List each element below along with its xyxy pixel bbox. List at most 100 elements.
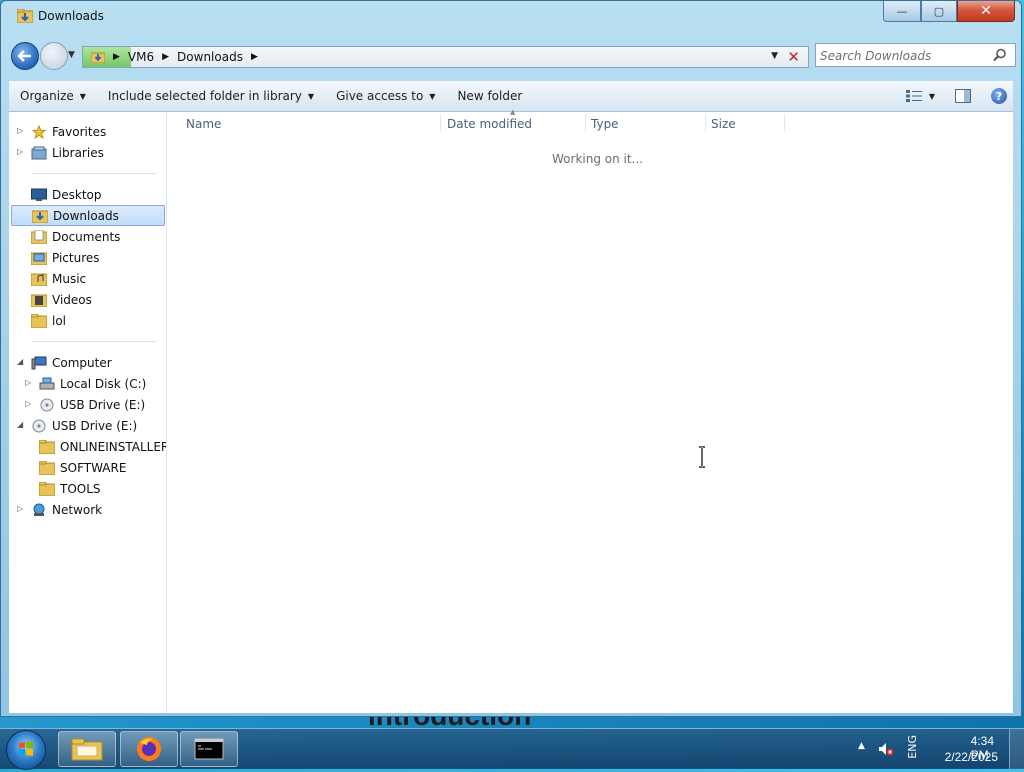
libraries-icon [31, 146, 47, 159]
stop-icon[interactable]: ✕ [787, 48, 800, 66]
forward-button[interactable] [40, 42, 68, 70]
search-icon[interactable] [993, 48, 1007, 62]
nav-label-computer: Computer [52, 355, 112, 370]
nav-label-network: Network [52, 502, 103, 517]
forward-arrow-icon [41, 43, 67, 69]
minimize-icon: — [896, 4, 908, 18]
start-button[interactable] [6, 730, 46, 770]
taskbar: ▲ ENG 4:34 PM 2/22/2025 [0, 728, 1024, 770]
back-button[interactable] [11, 42, 39, 70]
preview-pane-icon[interactable] [955, 89, 971, 103]
navigation-pane[interactable]: ▷ Favorites ▷ Libraries Desktop Download… [9, 112, 167, 713]
collapse-icon[interactable]: ◢ [17, 420, 23, 429]
network-icon [33, 503, 45, 516]
expand-icon[interactable]: ▷ [17, 147, 23, 156]
nav-item-favorites[interactable]: ▷ Favorites [17, 121, 106, 142]
address-bar[interactable]: ▶ VM6 ▶ Downloads ▶ ▼ ✕ [82, 46, 809, 68]
title-bar[interactable]: Downloads — ▢ ✕ [1, 1, 1021, 33]
chevron-down-icon: ▼ [429, 91, 436, 101]
chevron-down-icon: ▼ [307, 91, 315, 101]
nav-item-onlineinstallers[interactable]: ONLINEINSTALLERS [39, 436, 166, 457]
explorer-window: Downloads — ▢ ✕ ▼ ▶ VM6 ▶ Downloads ▶ ▼ … [0, 0, 1022, 717]
nav-label-desktop: Desktop [52, 187, 102, 202]
breadcrumb-vm6[interactable]: VM6 [128, 50, 154, 64]
clock-date[interactable]: 2/22/2025 [945, 750, 998, 764]
column-header-type[interactable]: Type [591, 112, 705, 136]
view-dropdown-icon[interactable]: ▼ [929, 92, 935, 101]
music-folder-icon [31, 273, 47, 286]
column-label-type: Type [591, 117, 619, 131]
nav-divider [31, 341, 157, 342]
nav-item-network[interactable]: ▷ Network [17, 499, 102, 520]
expand-icon[interactable]: ▷ [17, 126, 23, 135]
column-header-name[interactable]: Name [186, 112, 440, 136]
expand-icon[interactable]: ▷ [25, 378, 31, 387]
nav-item-usb-drive[interactable]: ◢ USB Drive (E:) [17, 415, 137, 436]
folder-icon [39, 439, 55, 454]
nav-item-libraries[interactable]: ▷ Libraries [17, 142, 104, 163]
nav-label-pictures: Pictures [52, 250, 100, 265]
organize-button[interactable]: Organize ▼ [9, 89, 97, 103]
minimize-button[interactable]: — [883, 1, 921, 22]
include-in-library-button[interactable]: Include selected folder in library ▼ [97, 89, 325, 103]
search-input[interactable] [818, 46, 992, 66]
star-icon [31, 124, 47, 139]
column-divider[interactable] [705, 114, 706, 132]
language-indicator[interactable]: ENG [906, 735, 919, 759]
column-divider[interactable] [585, 114, 586, 132]
new-folder-button[interactable]: New folder [446, 89, 533, 103]
maximize-icon: ▢ [933, 4, 945, 18]
nav-item-pictures[interactable]: Pictures [31, 247, 100, 268]
recent-pages-dropdown[interactable]: ▼ [68, 50, 75, 60]
nav-item-computer[interactable]: ◢ Computer [17, 352, 112, 373]
nav-item-local-disk[interactable]: ▷ Local Disk (C:) [25, 373, 146, 394]
nav-item-downloads[interactable]: Downloads [11, 205, 165, 226]
close-icon: ✕ [980, 3, 992, 19]
breadcrumb-separator[interactable]: ▶ [162, 52, 169, 62]
nav-item-tools[interactable]: TOOLS [39, 478, 101, 499]
file-explorer-icon [71, 738, 103, 761]
desktop-icon [31, 188, 47, 201]
nav-item-desktop[interactable]: Desktop [31, 184, 102, 205]
give-access-button[interactable]: Give access to ▼ [325, 89, 446, 103]
taskbar-firefox-button[interactable] [120, 731, 178, 767]
taskbar-explorer-button[interactable] [58, 731, 116, 767]
column-label-name: Name [186, 117, 222, 131]
nav-item-usb-drive-child[interactable]: ▷ USB Drive (E:) [25, 394, 145, 415]
nav-item-software[interactable]: SOFTWARE [39, 457, 126, 478]
column-header-date-modified[interactable]: Date modified [447, 112, 585, 136]
nav-label-favorites: Favorites [52, 124, 107, 139]
column-header-size[interactable]: Size [711, 112, 785, 136]
videos-folder-icon [31, 294, 47, 307]
column-divider[interactable] [440, 114, 441, 132]
breadcrumb-separator[interactable]: ▶ [251, 52, 258, 62]
loading-status: Working on it... [552, 152, 644, 166]
show-hidden-icons-button[interactable]: ▲ [858, 741, 865, 751]
view-options-icon[interactable] [905, 89, 923, 103]
collapse-icon[interactable]: ◢ [17, 357, 23, 366]
search-box[interactable] [815, 43, 1016, 67]
breadcrumb-downloads[interactable]: Downloads [177, 50, 243, 64]
nav-item-lol[interactable]: lol [31, 310, 66, 331]
taskbar-command-prompt-button[interactable] [180, 731, 238, 767]
volume-muted-icon[interactable] [878, 741, 894, 757]
expand-icon[interactable]: ▷ [17, 504, 23, 513]
usb-drive-icon [32, 419, 46, 432]
close-button[interactable]: ✕ [957, 1, 1015, 22]
column-divider[interactable] [784, 114, 785, 132]
folder-icon [39, 460, 55, 475]
nav-divider [31, 173, 157, 174]
file-list-pane[interactable]: ▲ Name Date modified Type Size Working o… [167, 108, 1013, 713]
nav-item-music[interactable]: Music [31, 268, 86, 289]
address-history-dropdown[interactable]: ▼ [771, 51, 778, 61]
maximize-button[interactable]: ▢ [921, 1, 957, 22]
breadcrumb-separator[interactable]: ▶ [113, 52, 120, 62]
back-arrow-icon [18, 50, 31, 62]
show-desktop-button[interactable] [1009, 729, 1024, 769]
nav-item-documents[interactable]: Documents [31, 226, 120, 247]
nav-label-usb-drive-child: USB Drive (E:) [60, 397, 146, 412]
nav-item-videos[interactable]: Videos [31, 289, 92, 310]
expand-icon[interactable]: ▷ [25, 399, 31, 408]
help-icon[interactable]: ? [991, 88, 1007, 104]
nav-label-tools: TOOLS [60, 481, 101, 496]
